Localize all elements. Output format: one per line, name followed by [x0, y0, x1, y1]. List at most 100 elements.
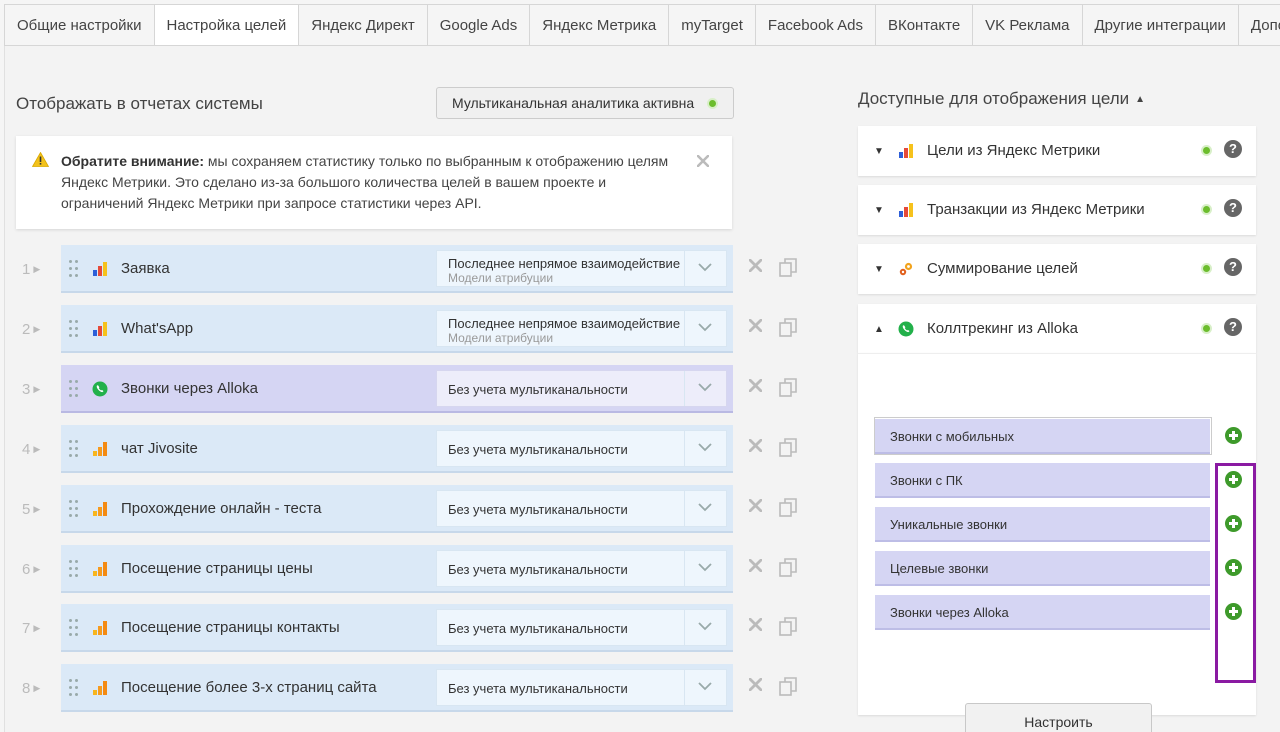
tab-9[interactable]: Другие интеграции	[1082, 4, 1239, 46]
help-icon[interactable]: ?	[1224, 258, 1242, 276]
attribution-model-select[interactable]: Последнее непрямое взаимодействие Модели …	[436, 250, 727, 287]
caret-right-icon: ▶	[33, 444, 41, 454]
copy-goal-icon[interactable]	[779, 617, 798, 641]
drag-handle-icon[interactable]	[69, 380, 79, 398]
goal-card[interactable]: Посещение более 3-х страниц сайта Без уче…	[61, 664, 733, 712]
remove-goal-icon[interactable]	[748, 438, 763, 457]
available-goal-item[interactable]: Уникальные звонки	[875, 507, 1210, 542]
chevron-down-icon[interactable]	[684, 551, 726, 586]
panel-header[interactable]: ▼ Цели из Яндекс Метрики?	[858, 126, 1256, 176]
tab-1[interactable]: Настройка целей	[154, 4, 300, 46]
tab-4[interactable]: Яндекс Метрика	[530, 4, 670, 46]
chevron-down-icon[interactable]	[684, 311, 726, 346]
close-icon[interactable]	[696, 152, 710, 173]
available-goal-item[interactable]: Звонки с ПК	[875, 463, 1210, 498]
chevron-down-icon[interactable]	[684, 251, 726, 286]
gears-icon	[898, 261, 914, 282]
copy-goal-icon[interactable]	[779, 677, 798, 701]
chevron-down-icon[interactable]	[684, 371, 726, 406]
copy-goal-icon[interactable]	[779, 438, 798, 462]
goal-number[interactable]: 8 ▶	[22, 680, 40, 697]
tab-0[interactable]: Общие настройки	[4, 4, 155, 46]
goal-card[interactable]: Звонки через Alloka Без учета мультиканал…	[61, 365, 733, 413]
remove-goal-icon[interactable]	[748, 617, 763, 636]
google-analytics-icon	[92, 441, 108, 462]
goal-card[interactable]: Посещение страницы цены Без учета мультик…	[61, 545, 733, 593]
caret-up-icon: ▲	[1135, 94, 1146, 105]
drag-handle-icon[interactable]	[69, 679, 79, 697]
chevron-down-icon[interactable]	[684, 491, 726, 526]
goal-card[interactable]: Заявка Последнее непрямое взаимодействие М…	[61, 245, 733, 293]
copy-goal-icon[interactable]	[779, 318, 798, 342]
tab-7[interactable]: ВКонтакте	[875, 4, 974, 46]
status-dot-icon	[1203, 147, 1210, 154]
drag-handle-icon[interactable]	[69, 320, 79, 338]
remove-goal-icon[interactable]	[748, 378, 763, 397]
tab-10[interactable]: Допол	[1238, 4, 1280, 46]
goal-number[interactable]: 1 ▶	[22, 261, 40, 278]
caret-down-icon[interactable]: ▼	[874, 264, 884, 275]
attribution-model-select[interactable]: Последнее непрямое взаимодействие Модели …	[436, 310, 727, 347]
drag-handle-icon[interactable]	[69, 560, 79, 578]
tab-2[interactable]: Яндекс Директ	[299, 4, 428, 46]
attribution-model-caption: Модели атрибуции	[448, 271, 554, 285]
attribution-model-select[interactable]: Без учета мультиканальности	[436, 609, 727, 646]
tab-3[interactable]: Google Ads	[427, 4, 531, 46]
copy-goal-icon[interactable]	[779, 258, 798, 282]
attribution-model-select[interactable]: Без учета мультиканальности	[436, 370, 727, 407]
goal-card[interactable]: Прохождение онлайн - теста Без учета муль…	[61, 485, 733, 533]
drag-handle-icon[interactable]	[69, 440, 79, 458]
tab-5[interactable]: myTarget	[669, 4, 756, 46]
goal-card[interactable]: Посещение страницы контакты Без учета мул…	[61, 604, 733, 652]
copy-goal-icon[interactable]	[779, 498, 798, 522]
goal-number[interactable]: 2 ▶	[22, 321, 40, 338]
attribution-model-select[interactable]: Без учета мультиканальности	[436, 490, 727, 527]
tab-8[interactable]: VK Реклама	[973, 4, 1083, 46]
chevron-down-icon[interactable]	[684, 431, 726, 466]
tab-6[interactable]: Facebook Ads	[755, 4, 876, 46]
goal-name: Посещение страницы цены	[121, 560, 313, 577]
goal-number[interactable]: 3 ▶	[22, 381, 40, 398]
caret-up-icon[interactable]: ▲	[874, 324, 884, 335]
remove-goal-icon[interactable]	[748, 258, 763, 277]
alloka-phone-icon	[898, 321, 914, 342]
attribution-model-select[interactable]: Без учета мультиканальности	[436, 430, 727, 467]
goal-source-panel: ▼ Суммирование целей?	[858, 244, 1256, 294]
remove-goal-icon[interactable]	[748, 677, 763, 696]
help-icon[interactable]: ?	[1224, 199, 1242, 217]
configure-button[interactable]: Настроить	[965, 703, 1152, 732]
goal-card[interactable]: чат Jivosite Без учета мультиканальности	[61, 425, 733, 473]
caret-down-icon[interactable]: ▼	[874, 146, 884, 157]
panel-header[interactable]: ▼ Суммирование целей?	[858, 244, 1256, 294]
help-icon[interactable]: ?	[1224, 318, 1242, 336]
panel-header[interactable]: ▼ Транзакции из Яндекс Метрики?	[858, 185, 1256, 235]
remove-goal-icon[interactable]	[748, 498, 763, 517]
remove-goal-icon[interactable]	[748, 318, 763, 337]
attribution-model-select[interactable]: Без учета мультиканальности	[436, 669, 727, 706]
goal-number-label: 4	[22, 441, 31, 458]
goal-card[interactable]: What'sApp Последнее непрямое взаимодейств…	[61, 305, 733, 353]
drag-handle-icon[interactable]	[69, 260, 79, 278]
chevron-down-icon[interactable]	[684, 610, 726, 645]
attribution-model-select[interactable]: Без учета мультиканальности	[436, 550, 727, 587]
panel-header[interactable]: ▲ Коллтрекинг из Alloka?	[858, 304, 1256, 354]
caret-down-icon[interactable]: ▼	[874, 205, 884, 216]
available-goal-item[interactable]: Звонки через Alloka	[875, 595, 1210, 630]
drag-handle-icon[interactable]	[69, 619, 79, 637]
multichannel-analytics-button[interactable]: Мультиканальная аналитика активна	[436, 87, 734, 119]
goal-number[interactable]: 4 ▶	[22, 441, 40, 458]
drag-handle-icon[interactable]	[69, 500, 79, 518]
goal-number[interactable]: 6 ▶	[22, 561, 40, 578]
available-goals-title[interactable]: Доступные для отображения цели ▲	[858, 89, 1145, 109]
add-goal-plus-icon[interactable]	[1225, 427, 1242, 444]
chevron-down-icon[interactable]	[684, 670, 726, 705]
remove-goal-icon[interactable]	[748, 558, 763, 577]
available-goal-item[interactable]: Целевые звонки	[875, 551, 1210, 586]
goal-number[interactable]: 7 ▶	[22, 620, 40, 637]
help-icon[interactable]: ?	[1224, 140, 1242, 158]
goal-name: What'sApp	[121, 320, 194, 337]
copy-goal-icon[interactable]	[779, 558, 798, 582]
copy-goal-icon[interactable]	[779, 378, 798, 402]
available-goal-item[interactable]: Звонки с мобильных	[875, 419, 1210, 454]
goal-number[interactable]: 5 ▶	[22, 501, 40, 518]
